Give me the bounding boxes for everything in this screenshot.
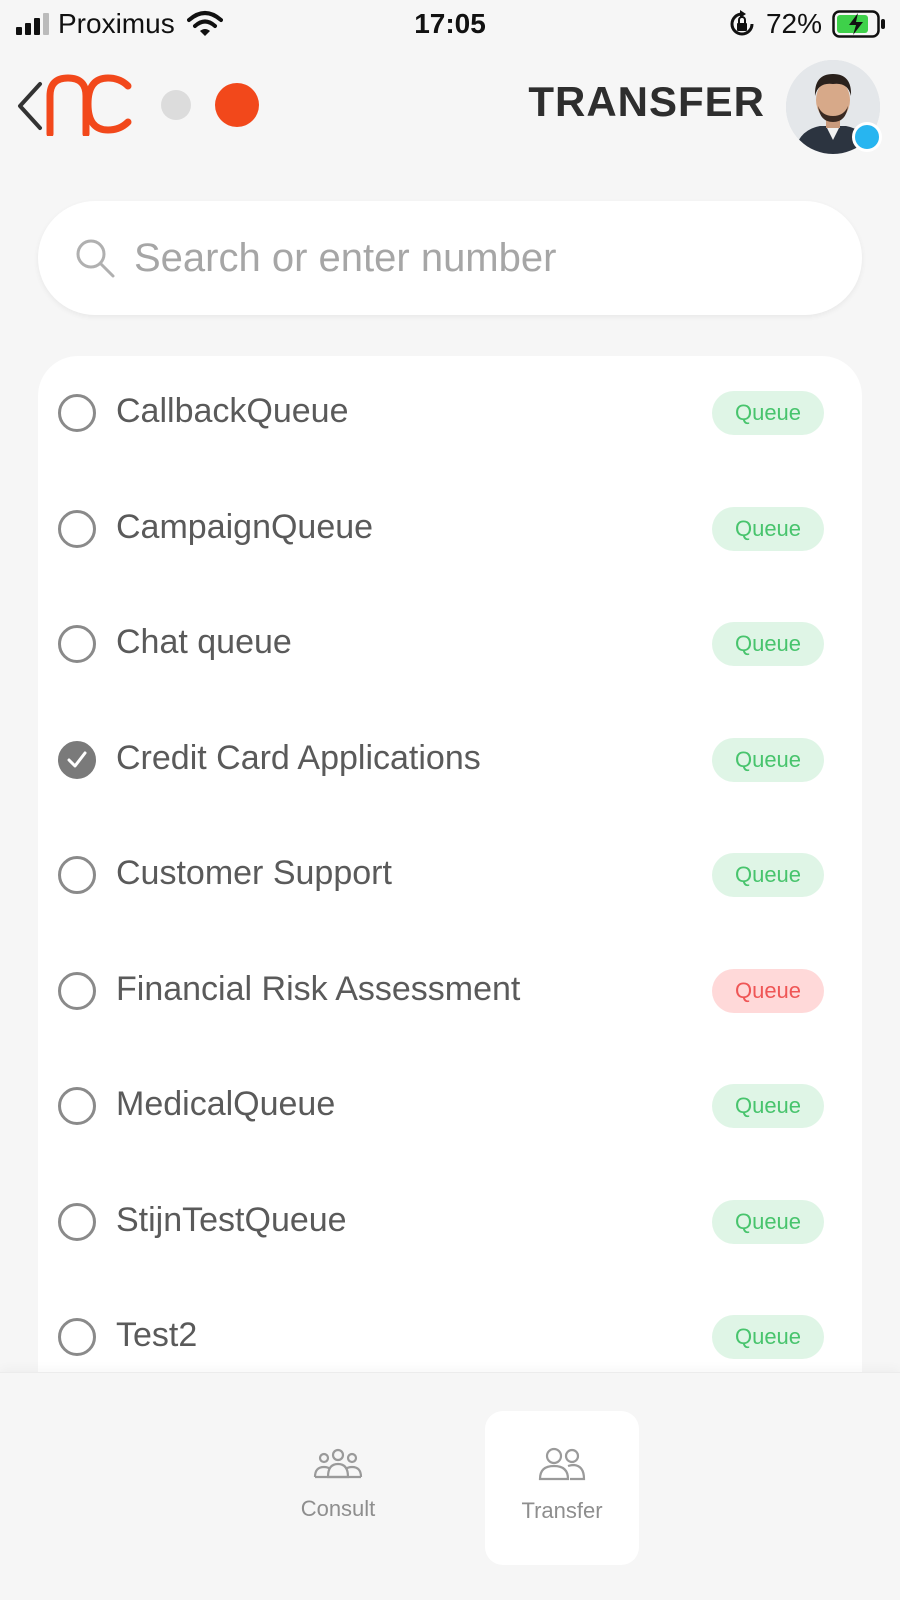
rotation-lock-icon bbox=[730, 10, 754, 36]
status-dot-active[interactable] bbox=[215, 83, 259, 127]
app-header: TRANSFER bbox=[0, 52, 900, 162]
queue-row[interactable]: MedicalQueue Queue bbox=[38, 1049, 862, 1165]
bottom-nav: Consult Transfer bbox=[0, 1372, 900, 1600]
checkmark-icon bbox=[67, 751, 87, 767]
presence-indicator bbox=[852, 122, 882, 152]
tab-consult[interactable]: Consult bbox=[261, 1411, 415, 1565]
queue-row[interactable]: Customer Support Queue bbox=[38, 818, 862, 934]
search-input[interactable] bbox=[134, 235, 774, 281]
queue-type-badge: Queue bbox=[712, 506, 824, 551]
queue-name: CampaignQueue bbox=[116, 507, 374, 546]
queue-name: Test2 bbox=[116, 1316, 198, 1354]
queue-name: CallbackQueue bbox=[116, 392, 349, 430]
queue-row[interactable]: CampaignQueue Queue bbox=[38, 472, 862, 588]
radio-unchecked[interactable] bbox=[58, 1318, 96, 1356]
queue-row[interactable]: Financial Risk Assessment Queue bbox=[38, 934, 862, 1050]
queue-name: Chat queue bbox=[116, 623, 292, 661]
group-icon bbox=[313, 1448, 363, 1479]
radio-unchecked[interactable] bbox=[58, 625, 96, 663]
app-logo bbox=[46, 74, 132, 136]
search-bar[interactable] bbox=[38, 201, 862, 315]
page-title: TRANSFER bbox=[528, 78, 765, 125]
radio-checked[interactable] bbox=[58, 740, 96, 779]
status-bar: Proximus 17:05 72% bbox=[0, 0, 900, 50]
radio-unchecked[interactable] bbox=[58, 856, 96, 894]
queue-type-badge: Queue bbox=[712, 737, 824, 782]
queue-type-badge: Queue bbox=[712, 853, 824, 897]
queue-name: Financial Risk Assessment bbox=[116, 969, 521, 1008]
two-people-icon bbox=[538, 1447, 586, 1481]
queue-type-badge: Queue bbox=[712, 391, 824, 435]
back-button[interactable] bbox=[14, 78, 44, 134]
queue-row[interactable]: Chat queue Queue bbox=[38, 587, 862, 703]
queue-type-badge: Queue bbox=[712, 1199, 824, 1244]
battery-percentage: 72% bbox=[765, 8, 822, 39]
radio-unchecked[interactable] bbox=[58, 509, 96, 548]
tab-transfer[interactable]: Transfer bbox=[485, 1411, 639, 1565]
queue-name: Customer Support bbox=[116, 854, 392, 892]
queue-row[interactable]: Test2 Queue bbox=[38, 1280, 862, 1376]
queue-list: CallbackQueue Queue CampaignQueue Queue Chat… bbox=[38, 356, 862, 1376]
radio-unchecked[interactable] bbox=[58, 1202, 96, 1241]
tab-transfer-label: Transfer bbox=[521, 1498, 603, 1523]
queue-name: MedicalQueue bbox=[116, 1085, 336, 1123]
queue-row[interactable]: StijnTestQueue Queue bbox=[38, 1165, 862, 1281]
chevron-left-icon bbox=[18, 82, 42, 130]
status-right: 72% bbox=[728, 8, 886, 40]
queue-type-badge: Queue bbox=[712, 1084, 824, 1128]
battery-charging-icon bbox=[832, 10, 885, 38]
radio-unchecked[interactable] bbox=[58, 1087, 96, 1125]
search-icon bbox=[76, 239, 115, 278]
queue-name: StijnTestQueue bbox=[116, 1200, 347, 1239]
radio-unchecked[interactable] bbox=[58, 971, 96, 1010]
transfer-screen: Proximus 17:05 72% TRANSFER Search or en… bbox=[0, 0, 900, 1600]
queue-name: Credit Card Applications bbox=[116, 738, 481, 777]
tab-consult-label: Consult bbox=[300, 1496, 376, 1521]
radio-unchecked[interactable] bbox=[58, 394, 96, 432]
queue-row[interactable]: Credit Card Applications Queue bbox=[38, 703, 862, 819]
queue-type-badge: Queue bbox=[712, 622, 824, 666]
queue-type-badge: Queue bbox=[712, 1315, 824, 1359]
status-dot-inactive bbox=[161, 90, 191, 120]
queue-row[interactable]: CallbackQueue Queue bbox=[38, 356, 862, 472]
queue-type-badge: Queue bbox=[712, 968, 824, 1013]
